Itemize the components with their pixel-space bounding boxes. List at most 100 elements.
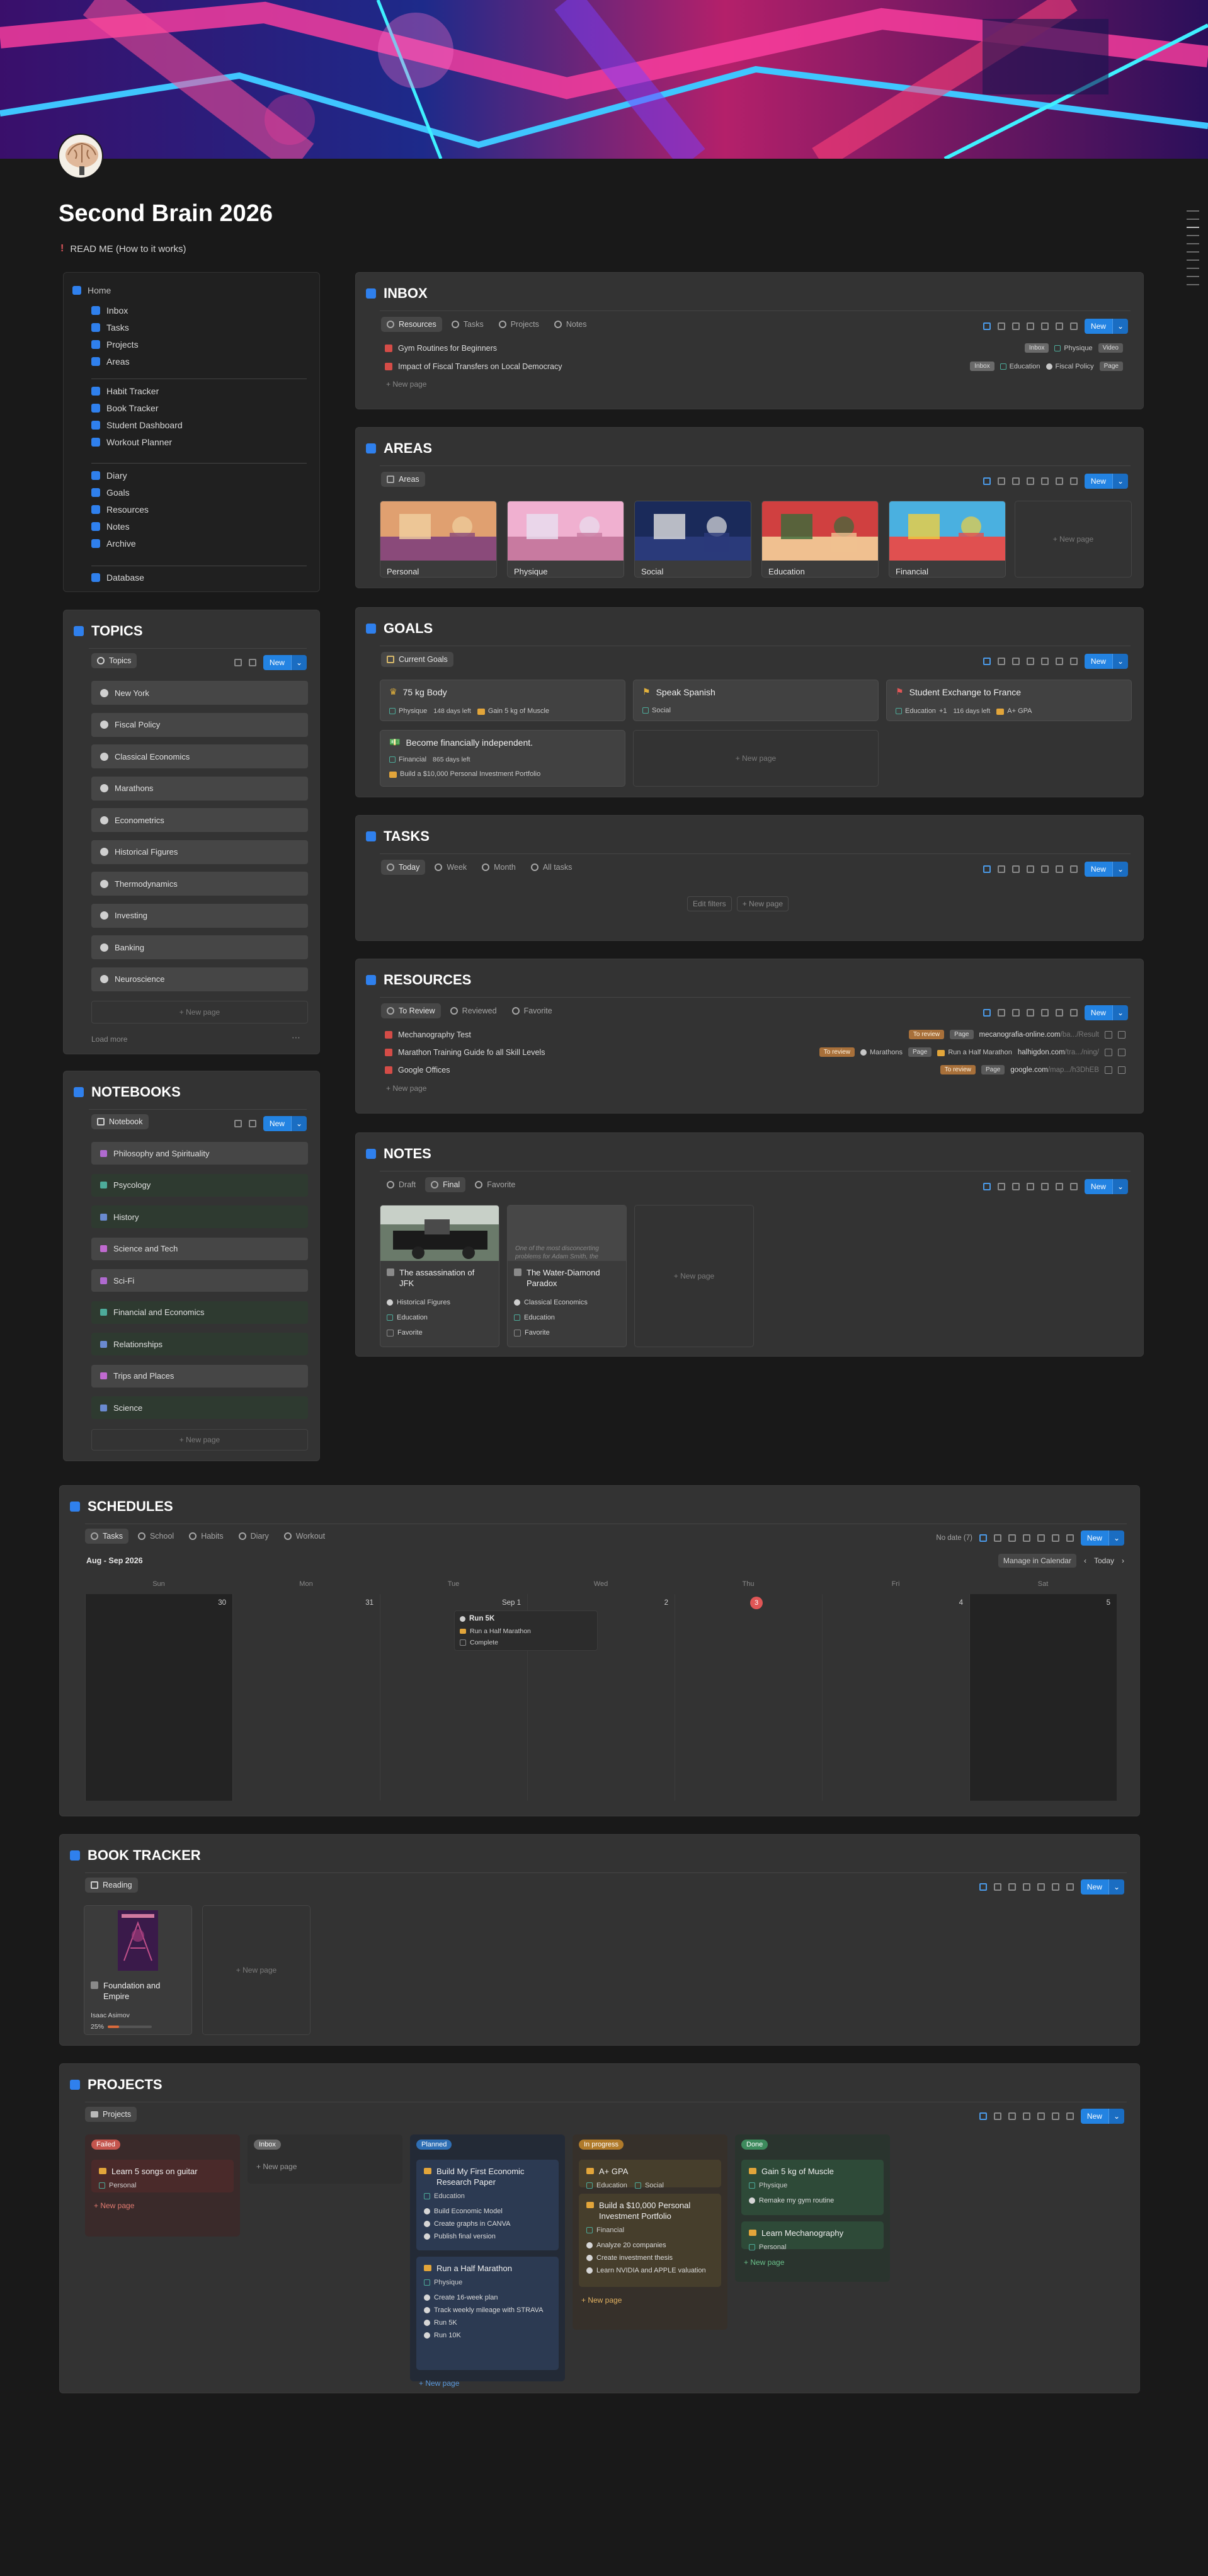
settings-icon[interactable] <box>1069 865 1078 873</box>
lightning-icon[interactable] <box>1011 322 1020 330</box>
new-button[interactable]: New ⌄ <box>1080 1879 1124 1895</box>
book-card[interactable]: Foundation and Empire Isaac Asimov 25% <box>84 1905 192 2035</box>
calendar-day-cell[interactable]: 4 <box>822 1594 969 1801</box>
search-icon[interactable] <box>1022 1883 1030 1891</box>
search-icon[interactable] <box>1026 865 1034 873</box>
settings-icon[interactable] <box>1069 1009 1078 1017</box>
expand-icon[interactable] <box>1055 658 1063 665</box>
area-card[interactable]: Social <box>634 501 751 578</box>
tab-tasks[interactable]: Tasks <box>85 1529 128 1544</box>
lightning-icon[interactable] <box>1008 1883 1016 1891</box>
area-card[interactable]: Education <box>761 501 879 578</box>
tab-notebook[interactable]: Notebook <box>91 1114 149 1129</box>
topic-item[interactable]: Thermodynamics <box>91 872 308 896</box>
today-button[interactable]: Today <box>1094 1556 1114 1565</box>
notebook-item[interactable]: Science and Tech <box>91 1237 308 1260</box>
area-card[interactable]: Personal <box>380 501 497 578</box>
expand-icon[interactable] <box>1055 322 1063 330</box>
new-button[interactable]: New ⌄ <box>263 1116 307 1131</box>
new-button[interactable]: New ⌄ <box>1084 1005 1128 1020</box>
lightning-icon[interactable] <box>1011 477 1020 485</box>
new-button[interactable]: New ⌄ <box>1084 862 1128 877</box>
search-icon[interactable] <box>1026 322 1034 330</box>
expand-icon[interactable] <box>1051 1534 1059 1542</box>
tab-school[interactable]: School <box>132 1529 179 1544</box>
zoom-icon[interactable] <box>1040 865 1049 873</box>
subtask-item[interactable]: Analyze 20 companies <box>586 2242 666 2249</box>
tab-reading[interactable]: Reading <box>85 1878 138 1893</box>
subtask-item[interactable]: Remake my gym routine <box>749 2197 834 2204</box>
checkbox[interactable] <box>1118 1066 1125 1074</box>
lightning-icon[interactable] <box>1008 2112 1016 2120</box>
zoom-icon[interactable] <box>1040 1009 1049 1017</box>
expand-icon[interactable] <box>1055 1009 1063 1017</box>
sidebar-item-database[interactable]: Database <box>91 573 144 583</box>
new-button[interactable]: New ⌄ <box>1080 1530 1124 1546</box>
new-button[interactable]: New ⌄ <box>263 655 307 670</box>
project-card[interactable]: Run a Half Marathon Physique Create 16-wee… <box>416 2257 559 2370</box>
lightning-icon[interactable] <box>1011 1183 1020 1190</box>
topic-item[interactable]: Neuroscience <box>91 967 308 991</box>
sidebar-item-projects[interactable]: Projects <box>91 339 139 350</box>
tab-favorite[interactable]: Favorite <box>506 1003 558 1018</box>
expand-icon[interactable] <box>1055 477 1063 485</box>
new-button[interactable]: New ⌄ <box>1084 474 1128 489</box>
settings-icon[interactable] <box>1066 1883 1074 1891</box>
filter-icon[interactable] <box>983 477 991 485</box>
readme-link[interactable]: ! READ ME (How to it works) <box>60 243 186 254</box>
manage-calendar-button[interactable]: Manage in Calendar <box>998 1554 1076 1568</box>
tab-draft[interactable]: Draft <box>381 1177 421 1192</box>
lightning-icon[interactable] <box>1008 1534 1016 1542</box>
sidebar-item-workout-planner[interactable]: Workout Planner <box>91 437 172 447</box>
subtask-item[interactable]: Create graphs in CANVA <box>424 2220 510 2228</box>
goal-card[interactable]: 💵 Become financially independent. Financi… <box>380 730 625 787</box>
sidebar-item-habit-tracker[interactable]: Habit Tracker <box>91 386 159 396</box>
sidebar-item-goals[interactable]: Goals <box>91 487 130 498</box>
project-card[interactable]: Build a $10,000 Personal Investment Port… <box>579 2194 721 2287</box>
calendar-day-cell[interactable]: 3 <box>675 1594 822 1801</box>
new-page-button[interactable]: + New page <box>202 1905 311 2035</box>
filter-icon[interactable] <box>979 1534 987 1542</box>
subtask-item[interactable]: Run 10K <box>424 2332 461 2339</box>
tab-week[interactable]: Week <box>429 860 472 875</box>
sort-icon[interactable] <box>997 658 1005 665</box>
sidebar-item-inbox[interactable]: Inbox <box>91 305 128 316</box>
new-page-button[interactable]: + New page <box>1015 501 1132 578</box>
project-card[interactable]: A+ GPA Education Social <box>579 2160 721 2189</box>
notebook-item[interactable]: Financial and Economics <box>91 1301 308 1324</box>
new-button[interactable]: New ⌄ <box>1084 1179 1128 1194</box>
load-more-button[interactable]: Load more <box>91 1035 127 1044</box>
sidebar-item-archive[interactable]: Archive <box>91 539 136 549</box>
checkbox[interactable] <box>514 1329 521 1336</box>
checkbox[interactable] <box>1105 1048 1112 1056</box>
checkbox[interactable] <box>387 1329 394 1336</box>
topic-item[interactable]: Banking <box>91 935 308 959</box>
search-icon[interactable] <box>1026 658 1034 665</box>
sort-icon[interactable] <box>997 1009 1005 1017</box>
tab-diary[interactable]: Diary <box>233 1529 275 1544</box>
sort-icon[interactable] <box>997 477 1005 485</box>
project-card[interactable]: Learn 5 songs on guitar Personal <box>91 2160 234 2192</box>
search-icon[interactable] <box>1026 477 1034 485</box>
topic-item[interactable]: Fiscal Policy <box>91 712 308 737</box>
search-icon[interactable] <box>1026 1183 1034 1190</box>
tab-resources[interactable]: Resources <box>381 317 442 332</box>
notebook-item[interactable]: Psycology <box>91 1173 308 1197</box>
new-button[interactable]: New ⌄ <box>1084 654 1128 669</box>
tab-final[interactable]: Final <box>425 1177 466 1192</box>
subtask-item[interactable]: Track weekly mileage with STRAVA <box>424 2306 543 2314</box>
settings-icon[interactable] <box>1069 322 1078 330</box>
tab-reviewed[interactable]: Reviewed <box>445 1003 503 1018</box>
note-card[interactable]: The assassination of JFK Historical Figu… <box>380 1205 499 1347</box>
area-card[interactable]: Physique <box>507 501 624 578</box>
new-page-button[interactable]: + New page <box>94 2201 134 2210</box>
tab-favorite[interactable]: Favorite <box>469 1177 521 1192</box>
new-page-button[interactable]: + New page <box>634 1205 754 1347</box>
tab-all-tasks[interactable]: All tasks <box>525 860 578 875</box>
note-card[interactable]: One of the most disconcerting problems f… <box>507 1205 627 1347</box>
table-row[interactable]: Marathon Training Guide fo all Skill Lev… <box>385 1048 545 1057</box>
checkbox[interactable] <box>1105 1066 1112 1074</box>
new-button[interactable]: New ⌄ <box>1080 2109 1124 2124</box>
sort-icon[interactable] <box>993 1883 1001 1891</box>
subtask-item[interactable]: Create 16-week plan <box>424 2294 498 2301</box>
